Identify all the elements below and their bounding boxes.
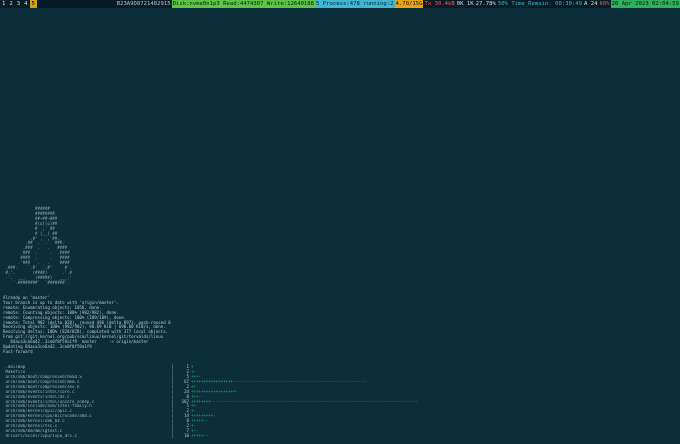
status-segment: 27.78% [474, 0, 497, 8]
status-segment: 20 Apr 2023 02:04:59 [610, 0, 680, 8]
diffstat-bar: +++++++++++++++++-----------------------… [191, 378, 366, 385]
status-segment: 50% Time_Remain: 00:30:49 [496, 0, 584, 8]
diffstat-insertions: +++++-- [191, 433, 209, 439]
ascii-art-line: `.########' `#######'. [3, 279, 70, 285]
workspace-switcher: 12345 [0, 0, 37, 8]
workspace-5[interactable]: 5 [29, 0, 37, 8]
status-segment: 4.70/15G [394, 0, 424, 8]
diffstat-change-count: 10 [184, 433, 189, 439]
workspace-1[interactable]: 1 [0, 0, 7, 8]
diffstat-row: drivers/accel/ivpu/ivpu_drv.c | 10 +++++-- [3, 433, 677, 439]
diffstat-deletions: - [213, 413, 216, 419]
status-segment: 0K 1K [455, 0, 475, 8]
diffstat-bar: +++++-- [191, 433, 209, 439]
workspace-3[interactable]: 3 [15, 0, 22, 8]
diffstat-insertions: +++++++++++++++++ [191, 378, 233, 384]
workspace-2[interactable]: 2 [7, 0, 14, 8]
status-segment: Disk:nvme0n1p3 Read:4474307 Write:126401… [171, 0, 316, 8]
ascii-art-logo: ###### ########. ##~##~### #(o)(o)## # ,… [3, 206, 677, 286]
status-bar: 12345 B23A9D8721482915 Disk:nvme0n1p3 Rea… [0, 0, 680, 8]
terminal-window[interactable]: ###### ########. ##~##~### #(o)(o)## # ,… [3, 197, 677, 444]
status-segment: Tx 30.4kB [423, 0, 456, 8]
git-pull-output: Already on 'master' Your branch is up to … [3, 295, 677, 355]
diffstat-deletions: ----------------------------------------… [232, 378, 366, 384]
status-segments: B23A9D8721482915 Disk:nvme0n1p3 Read:4474… [115, 0, 680, 8]
workspace-4[interactable]: 4 [22, 0, 29, 8]
diffstat-file-path: drivers/accel/ivpu/ivpu_drv.c [3, 434, 77, 439]
status-segment: 5 Process:478 running:2 [315, 0, 395, 8]
git-output-line: Fast-forward [3, 349, 33, 355]
status-segment: B23A9D8721482915 [115, 0, 172, 8]
diffstat-bar: ++++++++--------------------------------… [191, 398, 418, 405]
diffstat-output: .mailmap | 1 + Makefile | 2 +- arch/x86/boot/c… [3, 364, 677, 439]
status-segment: A 24 [583, 0, 599, 8]
diffstat-deletions: - [235, 388, 238, 394]
status-segment: 60% [598, 0, 611, 8]
diffstat-deletions: ----------------------------------------… [210, 398, 418, 404]
